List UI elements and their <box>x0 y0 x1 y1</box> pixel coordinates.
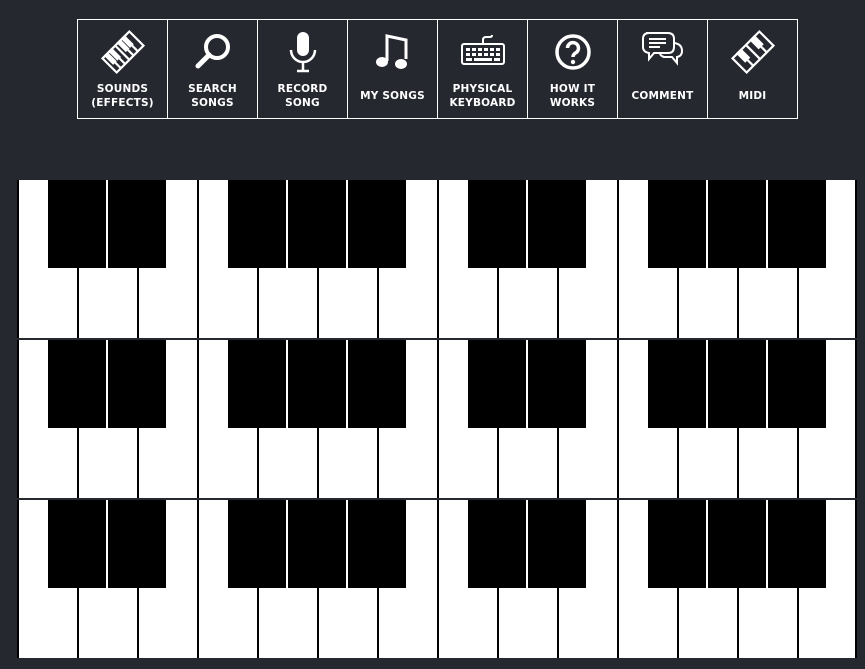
keyboard-row <box>17 500 857 658</box>
search-icon <box>188 24 238 80</box>
microphone-icon <box>278 24 328 80</box>
black-key[interactable] <box>48 500 106 588</box>
black-key[interactable] <box>648 180 706 268</box>
piano-icon <box>98 24 148 80</box>
midi-label: MIDI <box>738 90 767 102</box>
black-key[interactable] <box>708 180 766 268</box>
black-key[interactable] <box>288 180 346 268</box>
keyboard-icon <box>458 24 508 80</box>
black-key[interactable] <box>348 340 406 428</box>
record-button[interactable]: RECORD SONG <box>258 19 348 119</box>
toolbar: SOUNDS (EFFECTS) SEARCH SONGS RECORD SONG M… <box>77 19 798 119</box>
comment-label: COMMENT <box>631 90 694 102</box>
keyboard-row <box>17 340 857 498</box>
black-key[interactable] <box>768 180 826 268</box>
black-key[interactable] <box>288 500 346 588</box>
black-key[interactable] <box>528 340 586 428</box>
physical-keyboard-label: PHYSICAL KEYBOARD <box>449 83 516 109</box>
black-key[interactable] <box>768 500 826 588</box>
how-it-works-label: HOW IT WORKS <box>549 83 596 109</box>
black-key[interactable] <box>528 500 586 588</box>
search-label: SEARCH SONGS <box>188 83 237 109</box>
black-key[interactable] <box>48 180 106 268</box>
black-key[interactable] <box>708 340 766 428</box>
black-key[interactable] <box>108 340 166 428</box>
black-key[interactable] <box>288 340 346 428</box>
search-button[interactable]: SEARCH SONGS <box>168 19 258 119</box>
physical-keyboard-button[interactable]: PHYSICAL KEYBOARD <box>438 19 528 119</box>
black-key[interactable] <box>468 340 526 428</box>
black-key[interactable] <box>468 500 526 588</box>
black-key[interactable] <box>528 180 586 268</box>
comment-button[interactable]: COMMENT <box>618 19 708 119</box>
black-key[interactable] <box>348 500 406 588</box>
black-key[interactable] <box>48 340 106 428</box>
black-key[interactable] <box>108 500 166 588</box>
midi-button[interactable]: MIDI <box>708 19 798 119</box>
black-key[interactable] <box>228 180 286 268</box>
black-key[interactable] <box>108 180 166 268</box>
sounds-label: SOUNDS (EFFECTS) <box>91 83 154 109</box>
black-key[interactable] <box>648 340 706 428</box>
music-note-icon <box>368 24 418 80</box>
black-key[interactable] <box>708 500 766 588</box>
black-key[interactable] <box>648 500 706 588</box>
keyboard-row <box>17 180 857 338</box>
black-key[interactable] <box>468 180 526 268</box>
midi-piano-icon <box>728 24 778 80</box>
black-key[interactable] <box>348 180 406 268</box>
my-songs-button[interactable]: MY SONGS <box>348 19 438 119</box>
record-label: RECORD SONG <box>277 83 328 109</box>
sounds-button[interactable]: SOUNDS (EFFECTS) <box>78 19 168 119</box>
question-icon <box>548 24 598 80</box>
my-songs-label: MY SONGS <box>360 90 425 102</box>
black-key[interactable] <box>228 500 286 588</box>
piano-keyboard <box>17 180 857 658</box>
black-key[interactable] <box>768 340 826 428</box>
how-it-works-button[interactable]: HOW IT WORKS <box>528 19 618 119</box>
comment-icon <box>638 24 688 80</box>
black-key[interactable] <box>228 340 286 428</box>
